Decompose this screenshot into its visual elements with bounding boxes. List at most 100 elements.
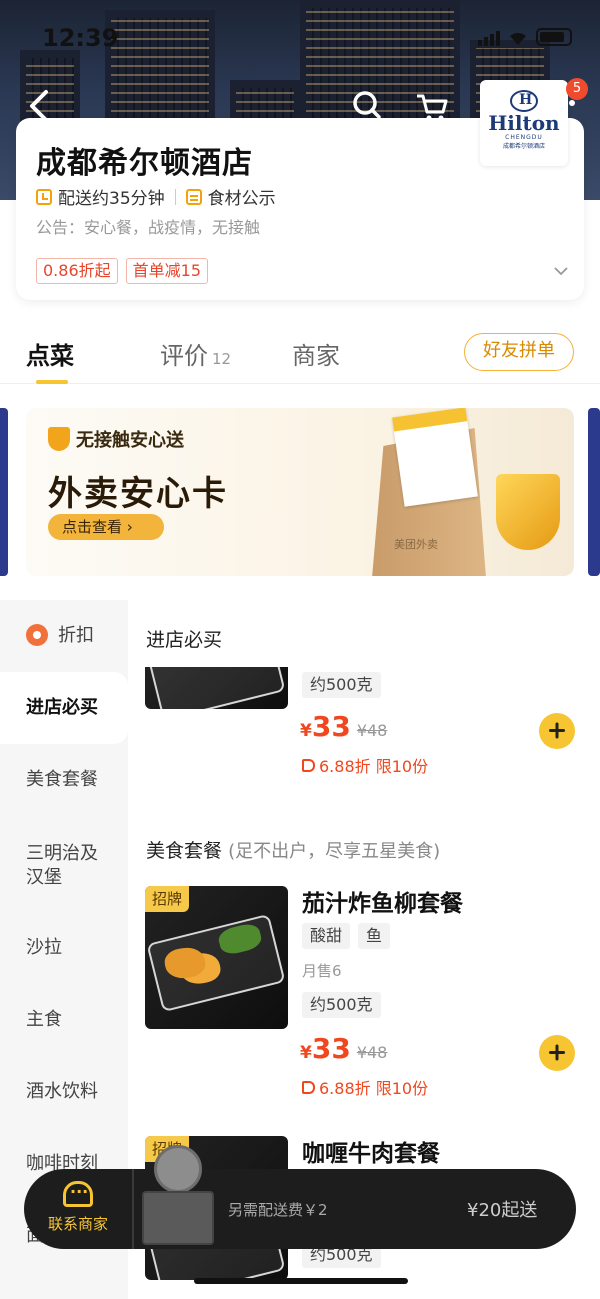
contact-merchant-button[interactable]: 联系商家 [24, 1169, 134, 1249]
promo-tags[interactable]: 0.86折起 首单减15 [36, 258, 209, 284]
section-title-combo: 美食套餐 (足不出户，尽享五星美食) [146, 836, 440, 863]
banner-badge-text: 无接触安心送 [76, 430, 184, 451]
chat-icon [63, 1178, 93, 1207]
bag-label-image [392, 408, 478, 507]
courier-box [142, 1191, 214, 1245]
category-label: 酒水饮料 [26, 1081, 98, 1102]
delivery-time: 配送约35分钟 [58, 189, 165, 209]
discount-icon [26, 624, 48, 646]
item-discount: 6.88折 限10份 [302, 753, 428, 777]
bag-brand-text: 美团外卖 [394, 538, 438, 551]
price-value: 33 [311, 1032, 351, 1065]
section-subtitle: (足不出户，尽享五星美食) [228, 841, 441, 862]
tab-label: 商家 [292, 342, 340, 370]
safety-card-banner[interactable]: 无接触安心送 外卖安心卡 点击查看 › 美团外卖 [26, 408, 574, 576]
flavor-chip: 酸甜 [302, 923, 351, 949]
promo-tag[interactable]: 0.86折起 [36, 258, 118, 284]
category-label: 三明治及汉堡 [26, 843, 98, 888]
courier-mascot-icon[interactable] [142, 1145, 216, 1249]
banner-badge: 无接触安心送 [48, 426, 184, 452]
min-order[interactable]: ¥20起送 [467, 1196, 537, 1222]
item-discount: 6.88折 限10份 [302, 1075, 428, 1099]
battery-icon [536, 28, 572, 46]
category-sandwich-burger[interactable]: 三明治及汉堡 [0, 842, 110, 890]
review-count: 12 [212, 350, 232, 368]
more-dot-icon[interactable] [569, 100, 575, 106]
delivery-fee: 另需配送费￥2 [228, 1201, 328, 1219]
discount-tag-icon [302, 1080, 315, 1094]
wifi-icon [510, 32, 526, 45]
category-label: 主食 [26, 1009, 62, 1030]
food-image[interactable] [145, 667, 288, 709]
search-icon[interactable] [352, 90, 382, 120]
item-price: ¥33 ¥48 [300, 1032, 387, 1065]
original-price: ¥48 [356, 721, 388, 740]
add-to-cart-button[interactable] [539, 1035, 575, 1071]
group-order-button[interactable]: 好友拼单 [464, 333, 574, 371]
category-label: 美食套餐 [26, 769, 98, 790]
home-indicator[interactable] [194, 1278, 408, 1284]
banner-title: 外卖安心卡 [48, 474, 228, 514]
category-staple[interactable]: 主食 [0, 1008, 128, 1032]
promo-tag[interactable]: 首单减15 [125, 258, 209, 284]
tab-active-indicator [36, 380, 68, 384]
tray-image [146, 667, 286, 709]
store-meta: 配送约35分钟 食材公示 [36, 184, 276, 209]
food-name[interactable]: 茄汁炸鱼柳套餐 [302, 884, 463, 918]
meta-divider [174, 188, 176, 205]
tab-merchant[interactable]: 商家 [292, 336, 340, 371]
tab-reviews[interactable]: 评价 12 [160, 336, 231, 371]
discount-text: 6.88折 限10份 [319, 757, 429, 776]
weight-chip: 约500克 [302, 992, 381, 1018]
currency-symbol: ¥ [300, 1043, 312, 1063]
status-bar: 12:39 [0, 0, 600, 70]
courier-head [154, 1145, 202, 1193]
carousel-next-peek[interactable] [588, 408, 600, 576]
store-logo: Hilton CHENGDU 成都希尔顿酒店 [480, 80, 568, 166]
logo-city: CHENGDU [505, 134, 543, 141]
section-title-must-buy: 进店必买 [146, 629, 223, 651]
add-to-cart-button[interactable] [539, 713, 575, 749]
weight-chip: 约500克 [302, 672, 381, 698]
discount-tag-icon [302, 758, 315, 772]
hilton-mark-icon [510, 90, 538, 112]
shield-icon [48, 427, 70, 451]
chevron-down-icon[interactable] [554, 264, 568, 278]
ingredients-icon [185, 188, 202, 205]
item-price: ¥33 ¥48 [300, 710, 387, 743]
tab-label: 评价 [160, 342, 208, 370]
gold-shield-icon [496, 474, 560, 550]
ingredients-link[interactable]: 食材公示 [208, 184, 276, 209]
signature-tag: 招牌 [145, 886, 189, 912]
status-icons [478, 28, 572, 46]
category-drinks[interactable]: 酒水饮料 [0, 1080, 128, 1104]
food-name[interactable]: 咖喱牛肉套餐 [302, 1134, 440, 1168]
store-name: 成都希尔顿酒店 [36, 146, 253, 181]
original-price: ¥48 [356, 1043, 388, 1062]
cart-badge: 5 [566, 78, 588, 100]
monthly-sales: 月售6 [302, 962, 342, 980]
tab-order[interactable]: 点菜 [26, 336, 74, 371]
category-label: 折扣 [58, 625, 94, 646]
category-label: 沙拉 [26, 937, 62, 958]
logo-cn: 成都希尔顿酒店 [502, 143, 545, 150]
clock-icon [36, 188, 52, 205]
section-title-text: 美食套餐 [146, 840, 223, 862]
category-salad[interactable]: 沙拉 [0, 936, 128, 960]
item-chips: 酸甜 鱼 [302, 923, 391, 949]
item-chips: 约500克 [302, 672, 381, 698]
category-must-buy[interactable]: 进店必买 [0, 672, 128, 744]
item-weight: 约500克 [302, 992, 381, 1018]
currency-symbol: ¥ [300, 721, 312, 741]
category-label: 进店必买 [26, 697, 98, 718]
category-combo[interactable]: 美食套餐 [0, 768, 128, 792]
logo-brand: Hilton [488, 111, 560, 135]
banner-view-button[interactable]: 点击查看 › [48, 514, 164, 540]
signal-icon [478, 31, 500, 46]
price-value: 33 [311, 710, 351, 743]
carousel-prev-peek[interactable] [0, 408, 8, 576]
discount-text: 6.88折 限10份 [319, 1079, 429, 1098]
store-notice: 公告：安心餐，战疫情，无接触 [36, 218, 261, 237]
category-discount[interactable]: 折扣 [0, 624, 128, 648]
tab-label: 点菜 [26, 342, 74, 370]
